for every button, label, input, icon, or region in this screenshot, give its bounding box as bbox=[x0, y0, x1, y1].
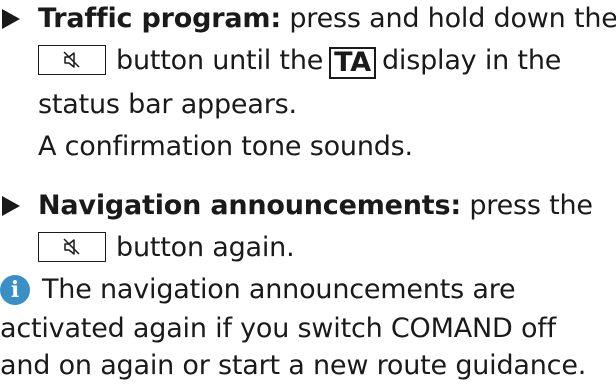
navigation-announcements-title: Navigation announcements: bbox=[38, 190, 461, 221]
info-note-text-1: The navigation announcements are bbox=[42, 274, 516, 305]
info-note-line-1: The navigation announcements are bbox=[42, 271, 516, 309]
speaker-mute-icon bbox=[63, 238, 80, 255]
navigation-announcements-line-1: Navigation announcements: press the bbox=[38, 187, 593, 225]
bullet-arrow-icon bbox=[2, 196, 20, 216]
navigation-announcements-text-2: button again. bbox=[116, 232, 295, 263]
info-note-line-3: and on again or start a new route guidan… bbox=[0, 347, 586, 385]
speaker-mute-icon bbox=[63, 51, 80, 68]
speaker-mute-button-symbol bbox=[38, 45, 106, 75]
traffic-program-text-4: status bar appears. bbox=[38, 89, 297, 120]
traffic-program-line-2: button until the TA display in the bbox=[38, 42, 561, 80]
info-icon: i bbox=[0, 275, 30, 305]
info-note-text-3: and on again or start a new route guidan… bbox=[0, 350, 587, 381]
bullet-arrow-icon bbox=[2, 9, 20, 29]
traffic-program-text-3: display in the bbox=[381, 45, 562, 76]
traffic-program-line-4: A confirmation tone sounds. bbox=[38, 128, 413, 166]
traffic-program-text-5: A confirmation tone sounds. bbox=[38, 131, 413, 162]
traffic-program-text-2: button until the bbox=[116, 45, 324, 76]
traffic-program-line-1: Traffic program: press and hold down the bbox=[38, 0, 616, 38]
traffic-program-text-1: press and hold down the bbox=[280, 3, 616, 34]
traffic-program-title: Traffic program: bbox=[38, 3, 281, 34]
ta-display-symbol: TA bbox=[329, 47, 376, 79]
speaker-mute-button-symbol bbox=[38, 232, 106, 262]
navigation-announcements-line-2: button again. bbox=[38, 229, 295, 267]
info-note-text-2: activated again if you switch COMAND off bbox=[0, 313, 556, 344]
traffic-program-line-3: status bar appears. bbox=[38, 86, 297, 124]
info-note-line-2: activated again if you switch COMAND off bbox=[0, 310, 556, 348]
navigation-announcements-text-1: press the bbox=[460, 190, 593, 221]
